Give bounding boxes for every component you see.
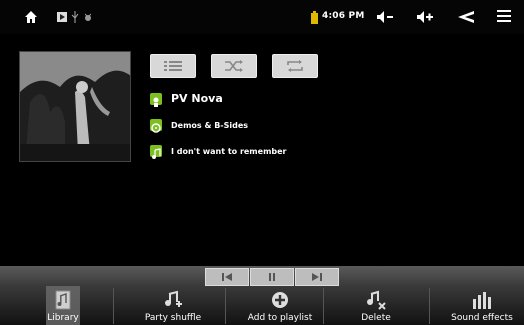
menu-icon[interactable] — [497, 9, 511, 25]
tab-library[interactable]: Library — [40, 286, 86, 325]
artist-name: PV Nova — [171, 92, 223, 105]
shuffle-button[interactable] — [211, 54, 257, 78]
tab-divider — [429, 288, 430, 324]
repeat-icon — [287, 60, 303, 72]
pause-icon — [269, 273, 275, 281]
tab-party-shuffle[interactable]: Party shuffle — [133, 286, 213, 325]
volume-up-icon[interactable] — [416, 9, 434, 25]
tab-divider — [323, 288, 324, 324]
tab-divider — [225, 288, 226, 324]
artist-row: PV Nova — [150, 92, 223, 107]
tab-sound-effects[interactable]: Sound effects — [447, 286, 517, 325]
notification-icon — [56, 9, 68, 25]
delete-icon — [365, 289, 387, 311]
album-name: Demos & B-Sides — [171, 120, 249, 130]
party-shuffle-icon — [163, 289, 183, 311]
usb-icon — [71, 9, 79, 25]
pause-button[interactable] — [250, 268, 294, 286]
home-icon[interactable] — [24, 9, 38, 25]
song-icon — [150, 145, 162, 159]
add-to-playlist-icon — [270, 289, 290, 311]
shuffle-icon — [225, 60, 243, 72]
song-title: I don't want to remember — [171, 146, 287, 156]
tab-add-to-playlist[interactable]: Add to playlist — [240, 286, 320, 325]
album-art — [19, 51, 131, 162]
tab-delete[interactable]: Delete — [350, 286, 402, 325]
clock: 4:06 PM — [322, 11, 365, 21]
list-icon — [164, 61, 182, 71]
album-row: Demos & B-Sides — [150, 119, 249, 133]
artist-icon — [150, 92, 162, 107]
next-button[interactable] — [295, 268, 339, 286]
previous-icon — [222, 273, 232, 281]
library-icon — [55, 289, 71, 311]
title-row: I don't want to remember — [150, 145, 287, 159]
tab-add-to-playlist-label: Add to playlist — [247, 313, 313, 323]
next-icon — [312, 273, 322, 281]
debug-icon — [83, 9, 93, 25]
tab-party-shuffle-label: Party shuffle — [144, 313, 202, 323]
previous-button[interactable] — [205, 268, 249, 286]
sound-effects-icon — [472, 289, 492, 311]
volume-down-icon[interactable] — [376, 9, 394, 25]
tab-sound-effects-label: Sound effects — [451, 313, 513, 323]
tab-divider — [113, 288, 114, 324]
repeat-button[interactable] — [272, 54, 318, 78]
battery-icon — [311, 9, 318, 25]
back-icon[interactable] — [455, 9, 475, 25]
list-button[interactable] — [150, 54, 196, 78]
tab-delete-label: Delete — [361, 313, 391, 323]
tab-library-label: Library — [47, 313, 79, 323]
album-icon — [150, 119, 162, 133]
